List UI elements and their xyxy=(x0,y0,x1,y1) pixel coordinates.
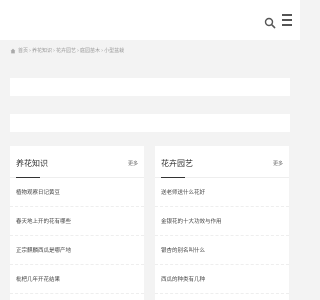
article-link[interactable]: 植物观察日记黄豆 xyxy=(16,188,60,196)
article-link[interactable]: 西瓜的种类有几种 xyxy=(161,275,205,283)
article-link[interactable]: 金银花的十大功效与作用 xyxy=(161,217,222,225)
list-item: 金银花的十大功效与作用 xyxy=(155,207,289,236)
article-link[interactable]: 枇杷几年开花结果 xyxy=(16,275,60,283)
article-list: 送老师送什么花好 金银花的十大功效与作用 银杏的别名叫什么 西瓜的种类有几种 xyxy=(155,178,289,294)
search-icon[interactable] xyxy=(264,14,276,29)
breadcrumb-separator: › xyxy=(53,47,56,54)
article-link[interactable]: 春天地上开的花有哪些 xyxy=(16,217,71,225)
breadcrumb-separator: › xyxy=(101,47,104,54)
breadcrumb-item-penzai[interactable]: 小型盆栽 xyxy=(104,47,124,54)
list-item: 送老师送什么花好 xyxy=(155,178,289,207)
list-item: 正宗麒麟西瓜是哪产地 xyxy=(10,236,144,265)
breadcrumb-item-yanghua[interactable]: 养花知识 xyxy=(32,47,52,54)
section-title: 养花知识 xyxy=(16,159,48,168)
list-item: 枇杷几年开花结果 xyxy=(10,265,144,294)
section-card-huahui: 花卉园艺 更多 送老师送什么花好 金银花的十大功效与作用 银杏的别名叫什么 西瓜… xyxy=(155,146,289,300)
article-link[interactable]: 正宗麒麟西瓜是哪产地 xyxy=(16,246,71,254)
more-link[interactable]: 更多 xyxy=(128,160,138,167)
top-navbar xyxy=(0,0,300,40)
menu-icon[interactable] xyxy=(282,14,292,26)
list-item: 植物观察日记黄豆 xyxy=(10,178,144,207)
breadcrumb-separator: › xyxy=(29,47,32,54)
section-header: 养花知识 更多 xyxy=(10,146,144,178)
breadcrumb-item-tingyuan[interactable]: 庭园苗木 xyxy=(80,47,100,54)
breadcrumb-item-huahui[interactable]: 花卉园艺 xyxy=(56,47,76,54)
list-item: 西瓜的种类有几种 xyxy=(155,265,289,294)
title-underline xyxy=(16,177,40,178)
section-title: 花卉园艺 xyxy=(161,159,193,168)
breadcrumb: 首页 › 养花知识 › 花卉园艺 › 庭园苗木 › 小型盆栽 xyxy=(10,47,124,54)
home-icon xyxy=(10,48,16,53)
title-underline xyxy=(161,177,185,178)
article-list: 植物观察日记黄豆 春天地上开的花有哪些 正宗麒麟西瓜是哪产地 枇杷几年开花结果 xyxy=(10,178,144,294)
ad-banner xyxy=(10,78,290,96)
article-link[interactable]: 送老师送什么花好 xyxy=(161,188,205,196)
breadcrumb-separator: › xyxy=(77,47,80,54)
list-item: 春天地上开的花有哪些 xyxy=(10,207,144,236)
list-item: 银杏的别名叫什么 xyxy=(155,236,289,265)
article-link[interactable]: 银杏的别名叫什么 xyxy=(161,246,205,254)
ad-banner xyxy=(10,114,290,132)
section-header: 花卉园艺 更多 xyxy=(155,146,289,178)
section-card-yanghua: 养花知识 更多 植物观察日记黄豆 春天地上开的花有哪些 正宗麒麟西瓜是哪产地 枇… xyxy=(10,146,144,300)
breadcrumb-home[interactable]: 首页 xyxy=(18,47,28,54)
more-link[interactable]: 更多 xyxy=(273,160,283,167)
